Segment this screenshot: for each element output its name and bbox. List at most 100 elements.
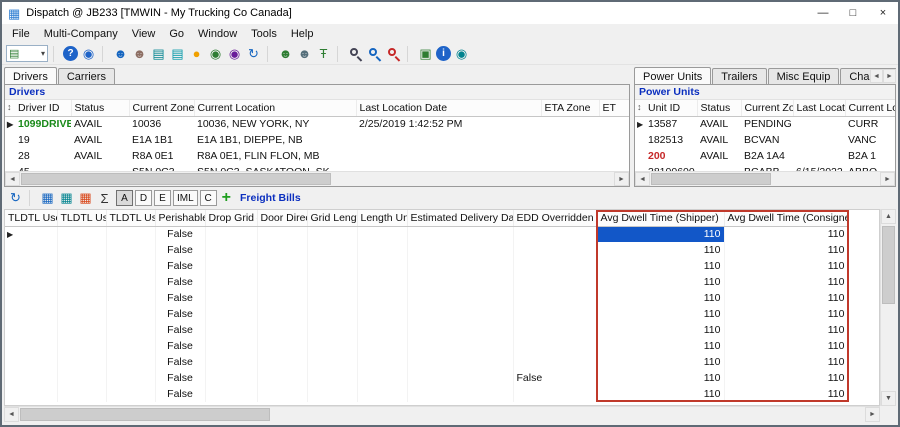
cell-door_direct[interactable]: [257, 338, 307, 354]
cell-last_location_date[interactable]: [356, 148, 541, 164]
cell-edd_overridden[interactable]: [513, 226, 597, 242]
grid-view-orange-icon[interactable]: ▦: [77, 190, 94, 207]
scroll-track[interactable]: [881, 224, 896, 391]
grid-row[interactable]: 38100600BCABB6/15/2022ABBO: [635, 164, 895, 171]
cell-unit_id[interactable]: 13587▶: [635, 116, 697, 132]
cell-drop_grid[interactable]: [205, 354, 257, 370]
cell-door_direct[interactable]: [257, 274, 307, 290]
carrier-icon[interactable]: ☻: [131, 45, 148, 62]
grid-row[interactable]: False110110: [5, 258, 848, 274]
close-button[interactable]: ×: [868, 2, 898, 24]
cell-drop_grid[interactable]: [205, 306, 257, 322]
cell-estimated_delivery_date[interactable]: [407, 242, 513, 258]
driver-icon[interactable]: ☻: [112, 45, 129, 62]
web-search-icon[interactable]: ◉: [453, 45, 470, 62]
cell-avg_dwell_consignee[interactable]: 110: [724, 274, 848, 290]
cell-door_direct[interactable]: [257, 306, 307, 322]
terminal-icon[interactable]: ▣: [417, 45, 434, 62]
cell-tldtl_use_1[interactable]: [5, 386, 57, 402]
grid-row[interactable]: False110110: [5, 242, 848, 258]
cell-length_unit[interactable]: [357, 338, 407, 354]
col-header-door_direct[interactable]: Door Direct: [257, 210, 307, 226]
tab-trailers[interactable]: Trailers: [712, 68, 766, 84]
cell-last_location_date[interactable]: [793, 116, 845, 132]
cell-length_unit[interactable]: [357, 306, 407, 322]
scroll-thumb[interactable]: [651, 173, 771, 185]
cell-status[interactable]: AVAIL: [71, 116, 129, 132]
cell-length_unit[interactable]: [357, 386, 407, 402]
cell-tldtl_use_3[interactable]: [106, 386, 155, 402]
cell-door_direct[interactable]: [257, 322, 307, 338]
cell-status[interactable]: AVAIL: [71, 148, 129, 164]
col-header-length_unit[interactable]: Length Unit: [357, 210, 407, 226]
freight-bills-link[interactable]: Freight Bills: [240, 192, 301, 204]
cell-edd_overridden[interactable]: [513, 258, 597, 274]
maximize-button[interactable]: □: [838, 2, 868, 24]
grid-row[interactable]: False110110: [5, 354, 848, 370]
scroll-down-button[interactable]: ▼: [881, 391, 896, 406]
menu-window[interactable]: Window: [191, 26, 244, 42]
scroll-track[interactable]: [650, 172, 880, 186]
cell-driver_id[interactable]: 19: [5, 132, 71, 148]
toggle-iml[interactable]: IML: [173, 190, 198, 206]
cell-door_direct[interactable]: [257, 354, 307, 370]
cell-avg_dwell_consignee[interactable]: 110: [724, 226, 848, 242]
cell-grid_length[interactable]: [307, 354, 357, 370]
cell-eta[interactable]: [599, 148, 629, 164]
refresh-grid-icon[interactable]: ↻: [7, 190, 24, 207]
col-header-status[interactable]: Status: [697, 100, 741, 116]
cell-avg_dwell_shipper[interactable]: 110: [597, 306, 724, 322]
cell-edd_overridden[interactable]: [513, 306, 597, 322]
cell-edd_overridden[interactable]: False: [513, 370, 597, 386]
tab-scroll-left-button[interactable]: ◄: [870, 69, 883, 83]
cell-length_unit[interactable]: [357, 370, 407, 386]
cell-tldtl_use_3[interactable]: [106, 370, 155, 386]
grid-row[interactable]: False110110: [5, 386, 848, 402]
cell-tldtl_use_2[interactable]: [57, 306, 106, 322]
cell-drop_grid[interactable]: [205, 290, 257, 306]
cell-avg_dwell_consignee[interactable]: 110: [724, 370, 848, 386]
scroll-up-button[interactable]: ▲: [881, 209, 896, 224]
cell-avg_dwell_shipper[interactable]: 110: [597, 274, 724, 290]
grid-row[interactable]: False110110: [5, 322, 848, 338]
cell-avg_dwell_shipper[interactable]: 110: [597, 322, 724, 338]
cell-tldtl_use_1[interactable]: [5, 338, 57, 354]
cell-drop_grid[interactable]: [205, 386, 257, 402]
cell-current_zone[interactable]: 10036: [129, 116, 194, 132]
cell-perishable[interactable]: False: [155, 386, 205, 402]
col-header-last_location_date[interactable]: Last Location Date: [793, 100, 845, 116]
col-header-last_location_date[interactable]: Last Location Date: [356, 100, 541, 116]
toggle-d[interactable]: D: [135, 190, 152, 206]
cell-tldtl_use_3[interactable]: [106, 306, 155, 322]
cell-estimated_delivery_date[interactable]: [407, 322, 513, 338]
cell-estimated_delivery_date[interactable]: [407, 370, 513, 386]
cell-grid_length[interactable]: [307, 306, 357, 322]
toggle-e[interactable]: E: [154, 190, 171, 206]
cell-perishable[interactable]: False: [155, 338, 205, 354]
cell-tldtl_use_3[interactable]: [106, 290, 155, 306]
find-icon[interactable]: [347, 45, 364, 62]
cell-perishable[interactable]: False: [155, 306, 205, 322]
cell-grid_length[interactable]: [307, 386, 357, 402]
col-header-edd_overridden[interactable]: EDD Overridden: [513, 210, 597, 226]
cell-estimated_delivery_date[interactable]: [407, 274, 513, 290]
minimize-button[interactable]: —: [808, 2, 838, 24]
sum-icon[interactable]: Σ: [96, 190, 113, 207]
cell-door_direct[interactable]: [257, 386, 307, 402]
scroll-track[interactable]: [19, 407, 865, 422]
grid-row[interactable]: FalseFalse110110: [5, 370, 848, 386]
cell-grid_length[interactable]: [307, 226, 357, 242]
cell-current_zone[interactable]: PENDING: [741, 116, 793, 132]
add-driver-icon[interactable]: ☻: [277, 45, 294, 62]
cell-tldtl_use_3[interactable]: [106, 274, 155, 290]
col-header-tldtl_use_1[interactable]: TLDTL Use: [5, 210, 57, 226]
menu-tools[interactable]: Tools: [244, 26, 284, 42]
cell-unit_id[interactable]: 182513: [635, 132, 697, 148]
cell-door_direct[interactable]: [257, 242, 307, 258]
tab-scroll-right-button[interactable]: ►: [883, 69, 896, 83]
cell-edd_overridden[interactable]: [513, 338, 597, 354]
cell-status[interactable]: [697, 164, 741, 171]
cell-eta_zone[interactable]: [541, 132, 599, 148]
equipment-icon[interactable]: Ŧ: [315, 45, 332, 62]
cell-current_location[interactable]: CURR: [845, 116, 895, 132]
